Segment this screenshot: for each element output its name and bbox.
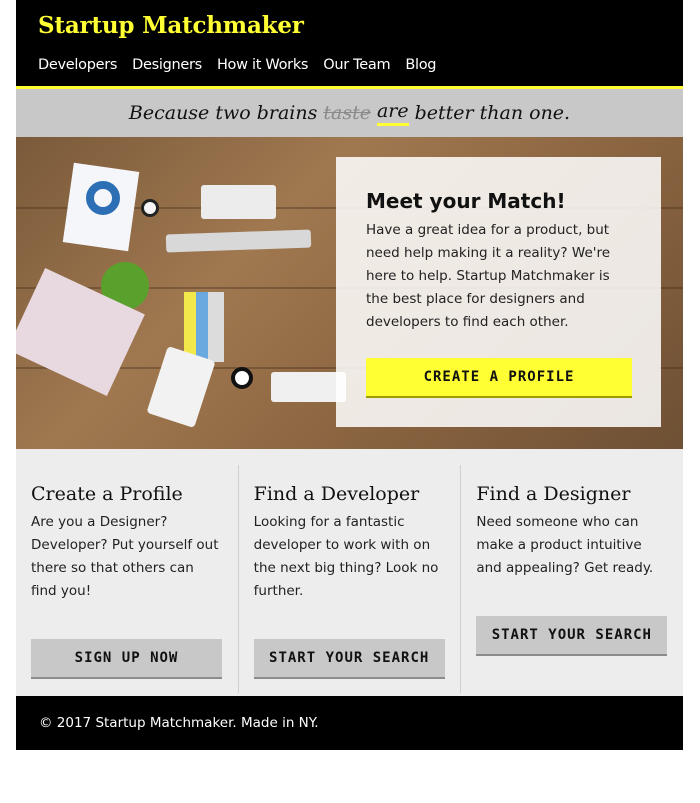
feature-title: Create a Profile bbox=[31, 483, 183, 505]
feature-body: Are you a Designer? Developer? Put yours… bbox=[31, 514, 219, 599]
feature-body: Looking for a fantastic developer to wor… bbox=[253, 514, 439, 599]
keyboard-image bbox=[201, 185, 276, 219]
tagline-underlined-word: are bbox=[376, 100, 409, 126]
feature-body: Need someone who can make a product intu… bbox=[476, 514, 654, 576]
feature-find-designer: Find a Designer Need someone who can mak… bbox=[460, 465, 683, 693]
feature-title: Find a Developer bbox=[253, 483, 420, 505]
hero-title: Meet your Match! bbox=[366, 189, 566, 213]
nav-our-team[interactable]: Our Team bbox=[323, 57, 390, 73]
nav-how-it-works[interactable]: How it Works bbox=[217, 57, 309, 73]
hero-section: Meet your Match! Have a great idea for a… bbox=[16, 137, 683, 449]
feature-find-developer: Find a Developer Looking for a fantastic… bbox=[237, 465, 461, 693]
find-developer-search-button[interactable]: START YOUR SEARCH bbox=[253, 639, 445, 677]
site-header: Startup Matchmaker Developers Designers … bbox=[16, 0, 683, 89]
page: Startup Matchmaker Developers Designers … bbox=[16, 0, 683, 750]
find-designer-search-button[interactable]: START YOUR SEARCH bbox=[476, 616, 668, 654]
brand-logo[interactable]: Startup Matchmaker bbox=[38, 12, 683, 46]
nav-blog[interactable]: Blog bbox=[405, 57, 436, 73]
feature-create-profile: Create a Profile Are you a Designer? Dev… bbox=[16, 465, 238, 693]
keyboard-image bbox=[271, 372, 346, 402]
tagline-after: better than one. bbox=[414, 102, 571, 124]
coffee-cup-image bbox=[231, 367, 253, 389]
tagline: Because two brains taste are better than… bbox=[16, 89, 683, 137]
footer-copyright: © 2017 Startup Matchmaker. Made in NY. bbox=[39, 715, 319, 731]
feature-columns: Create a Profile Are you a Designer? Dev… bbox=[16, 449, 683, 693]
tablet-image bbox=[146, 345, 216, 429]
create-profile-button[interactable]: CREATE A PROFILE bbox=[366, 358, 632, 396]
hero-body: Have a great idea for a product, but nee… bbox=[366, 222, 611, 330]
site-footer: © 2017 Startup Matchmaker. Made in NY. bbox=[16, 696, 683, 750]
donut-chart-image bbox=[86, 181, 120, 215]
nav-developers[interactable]: Developers bbox=[38, 57, 117, 73]
tagline-struck-word: taste bbox=[323, 102, 371, 124]
tagline-before: Because two brains bbox=[128, 102, 318, 124]
hero-card: Meet your Match! Have a great idea for a… bbox=[336, 157, 661, 427]
nav-designers[interactable]: Designers bbox=[132, 57, 202, 73]
coffee-cup-image bbox=[141, 199, 159, 217]
feature-title: Find a Designer bbox=[476, 483, 631, 505]
monitor-image bbox=[165, 229, 312, 253]
main-nav: Developers Designers How it Works Our Te… bbox=[38, 57, 683, 73]
sign-up-now-button[interactable]: SIGN UP NOW bbox=[31, 639, 222, 677]
binders-image bbox=[184, 292, 224, 362]
